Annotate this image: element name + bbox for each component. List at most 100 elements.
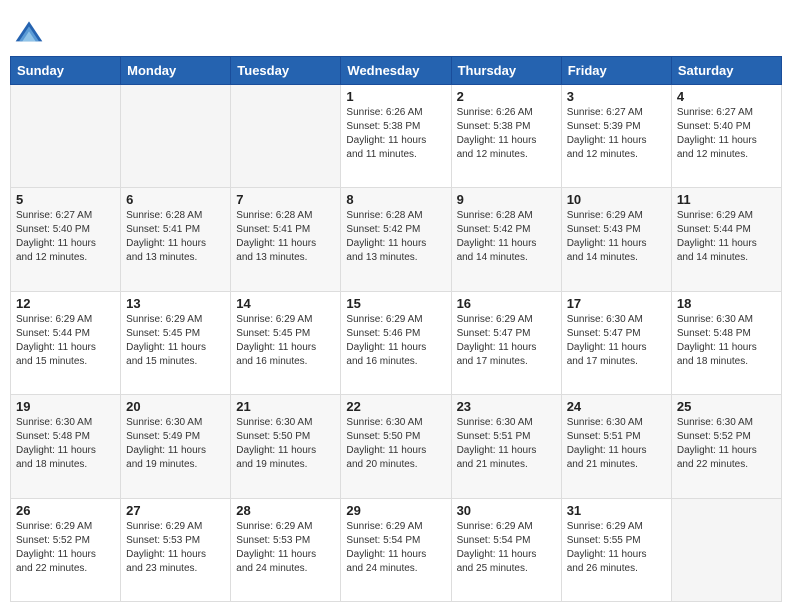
day-number: 17 (567, 296, 666, 311)
sunrise-text: Sunrise: 6:29 AM (16, 521, 92, 532)
cell-info: Sunrise: 6:29 AM Sunset: 5:52 PM Dayligh… (16, 520, 115, 576)
day-number: 19 (16, 399, 115, 414)
sunset-text: Sunset: 5:54 PM (346, 535, 420, 546)
sunrise-text: Sunrise: 6:29 AM (236, 314, 312, 325)
calendar-cell: 22Sunrise: 6:30 AM Sunset: 5:50 PM Dayli… (341, 395, 451, 498)
cell-info: Sunrise: 6:29 AM Sunset: 5:55 PM Dayligh… (567, 520, 666, 576)
day-number: 3 (567, 89, 666, 104)
cell-info: Sunrise: 6:29 AM Sunset: 5:47 PM Dayligh… (457, 313, 556, 369)
calendar-cell: 4Sunrise: 6:27 AM Sunset: 5:40 PM Daylig… (671, 85, 781, 188)
day-number: 28 (236, 503, 335, 518)
daylight-text: Daylight: 11 hours and 21 minutes. (457, 445, 537, 470)
calendar-week-2: 5Sunrise: 6:27 AM Sunset: 5:40 PM Daylig… (11, 188, 782, 291)
daylight-text: Daylight: 11 hours and 13 minutes. (346, 238, 426, 263)
daylight-text: Daylight: 11 hours and 19 minutes. (126, 445, 206, 470)
calendar-cell (11, 85, 121, 188)
daylight-text: Daylight: 11 hours and 21 minutes. (567, 445, 647, 470)
sunset-text: Sunset: 5:41 PM (126, 224, 200, 235)
sunset-text: Sunset: 5:44 PM (677, 224, 751, 235)
day-number: 25 (677, 399, 776, 414)
sunrise-text: Sunrise: 6:30 AM (16, 417, 92, 428)
calendar-cell: 30Sunrise: 6:29 AM Sunset: 5:54 PM Dayli… (451, 498, 561, 601)
sunset-text: Sunset: 5:39 PM (567, 121, 641, 132)
cell-info: Sunrise: 6:30 AM Sunset: 5:52 PM Dayligh… (677, 416, 776, 472)
sunset-text: Sunset: 5:40 PM (16, 224, 90, 235)
day-number: 8 (346, 192, 445, 207)
cell-info: Sunrise: 6:29 AM Sunset: 5:46 PM Dayligh… (346, 313, 445, 369)
daylight-text: Daylight: 11 hours and 15 minutes. (126, 342, 206, 367)
day-number: 9 (457, 192, 556, 207)
daylight-text: Daylight: 11 hours and 14 minutes. (457, 238, 537, 263)
sunset-text: Sunset: 5:51 PM (567, 431, 641, 442)
sunset-text: Sunset: 5:53 PM (126, 535, 200, 546)
day-number: 6 (126, 192, 225, 207)
cell-info: Sunrise: 6:29 AM Sunset: 5:44 PM Dayligh… (677, 209, 776, 265)
calendar-cell: 9 Sunrise: 6:28 AM Sunset: 5:42 PM Daylig… (451, 188, 561, 291)
sunset-text: Sunset: 5:44 PM (16, 328, 90, 339)
daylight-text: Daylight: 11 hours and 17 minutes. (457, 342, 537, 367)
calendar-cell: 8Sunrise: 6:28 AM Sunset: 5:42 PM Daylig… (341, 188, 451, 291)
calendar-cell (121, 85, 231, 188)
sunset-text: Sunset: 5:47 PM (567, 328, 641, 339)
day-number: 4 (677, 89, 776, 104)
sunset-text: Sunset: 5:42 PM (346, 224, 420, 235)
day-number: 21 (236, 399, 335, 414)
sunrise-text: Sunrise: 6:29 AM (236, 521, 312, 532)
sunrise-text: Sunrise: 6:30 AM (677, 314, 753, 325)
daylight-text: Daylight: 11 hours and 24 minutes. (236, 549, 316, 574)
sunrise-text: Sunrise: 6:27 AM (677, 107, 753, 118)
calendar-week-5: 26 Sunrise: 6:29 AM Sunset: 5:52 PM Dayli… (11, 498, 782, 601)
day-number: 29 (346, 503, 445, 518)
calendar-cell: 25 Sunrise: 6:30 AM Sunset: 5:52 PM Dayli… (671, 395, 781, 498)
daylight-text: Daylight: 11 hours and 12 minutes. (16, 238, 96, 263)
cell-info: Sunrise: 6:28 AM Sunset: 5:42 PM Dayligh… (457, 209, 556, 265)
sunrise-text: Sunrise: 6:29 AM (567, 521, 643, 532)
daylight-text: Daylight: 11 hours and 11 minutes. (346, 135, 426, 160)
daylight-text: Daylight: 11 hours and 22 minutes. (677, 445, 757, 470)
sunset-text: Sunset: 5:55 PM (567, 535, 641, 546)
daylight-text: Daylight: 11 hours and 23 minutes. (126, 549, 206, 574)
cell-info: Sunrise: 6:30 AM Sunset: 5:51 PM Dayligh… (457, 416, 556, 472)
weekday-header-wednesday: Wednesday (341, 57, 451, 85)
calendar-cell: 1Sunrise: 6:26 AM Sunset: 5:38 PM Daylig… (341, 85, 451, 188)
calendar-cell: 31Sunrise: 6:29 AM Sunset: 5:55 PM Dayli… (561, 498, 671, 601)
daylight-text: Daylight: 11 hours and 19 minutes. (236, 445, 316, 470)
calendar-cell: 14Sunrise: 6:29 AM Sunset: 5:45 PM Dayli… (231, 291, 341, 394)
calendar-cell: 3Sunrise: 6:27 AM Sunset: 5:39 PM Daylig… (561, 85, 671, 188)
weekday-header-sunday: Sunday (11, 57, 121, 85)
sunrise-text: Sunrise: 6:30 AM (126, 417, 202, 428)
cell-info: Sunrise: 6:30 AM Sunset: 5:51 PM Dayligh… (567, 416, 666, 472)
sunrise-text: Sunrise: 6:30 AM (567, 314, 643, 325)
daylight-text: Daylight: 11 hours and 26 minutes. (567, 549, 647, 574)
sunrise-text: Sunrise: 6:29 AM (346, 314, 422, 325)
sunset-text: Sunset: 5:52 PM (677, 431, 751, 442)
sunrise-text: Sunrise: 6:29 AM (457, 521, 533, 532)
cell-info: Sunrise: 6:29 AM Sunset: 5:54 PM Dayligh… (457, 520, 556, 576)
sunrise-text: Sunrise: 6:30 AM (677, 417, 753, 428)
weekday-header-tuesday: Tuesday (231, 57, 341, 85)
sunrise-text: Sunrise: 6:28 AM (457, 210, 533, 221)
sunrise-text: Sunrise: 6:26 AM (346, 107, 422, 118)
calendar-week-3: 12Sunrise: 6:29 AM Sunset: 5:44 PM Dayli… (11, 291, 782, 394)
weekday-header-thursday: Thursday (451, 57, 561, 85)
day-number: 18 (677, 296, 776, 311)
calendar-cell: 10Sunrise: 6:29 AM Sunset: 5:43 PM Dayli… (561, 188, 671, 291)
calendar-cell: 23 Sunrise: 6:30 AM Sunset: 5:51 PM Dayli… (451, 395, 561, 498)
cell-info: Sunrise: 6:30 AM Sunset: 5:48 PM Dayligh… (16, 416, 115, 472)
sunset-text: Sunset: 5:50 PM (236, 431, 310, 442)
cell-info: Sunrise: 6:30 AM Sunset: 5:50 PM Dayligh… (236, 416, 335, 472)
sunrise-text: Sunrise: 6:29 AM (16, 314, 92, 325)
day-number: 26 (16, 503, 115, 518)
cell-info: Sunrise: 6:29 AM Sunset: 5:54 PM Dayligh… (346, 520, 445, 576)
sunset-text: Sunset: 5:50 PM (346, 431, 420, 442)
calendar-cell: 6Sunrise: 6:28 AM Sunset: 5:41 PM Daylig… (121, 188, 231, 291)
daylight-text: Daylight: 11 hours and 25 minutes. (457, 549, 537, 574)
day-number: 23 (457, 399, 556, 414)
day-number: 27 (126, 503, 225, 518)
logo (14, 18, 48, 48)
sunset-text: Sunset: 5:42 PM (457, 224, 531, 235)
day-number: 10 (567, 192, 666, 207)
daylight-text: Daylight: 11 hours and 24 minutes. (346, 549, 426, 574)
sunrise-text: Sunrise: 6:27 AM (567, 107, 643, 118)
daylight-text: Daylight: 11 hours and 20 minutes. (346, 445, 426, 470)
